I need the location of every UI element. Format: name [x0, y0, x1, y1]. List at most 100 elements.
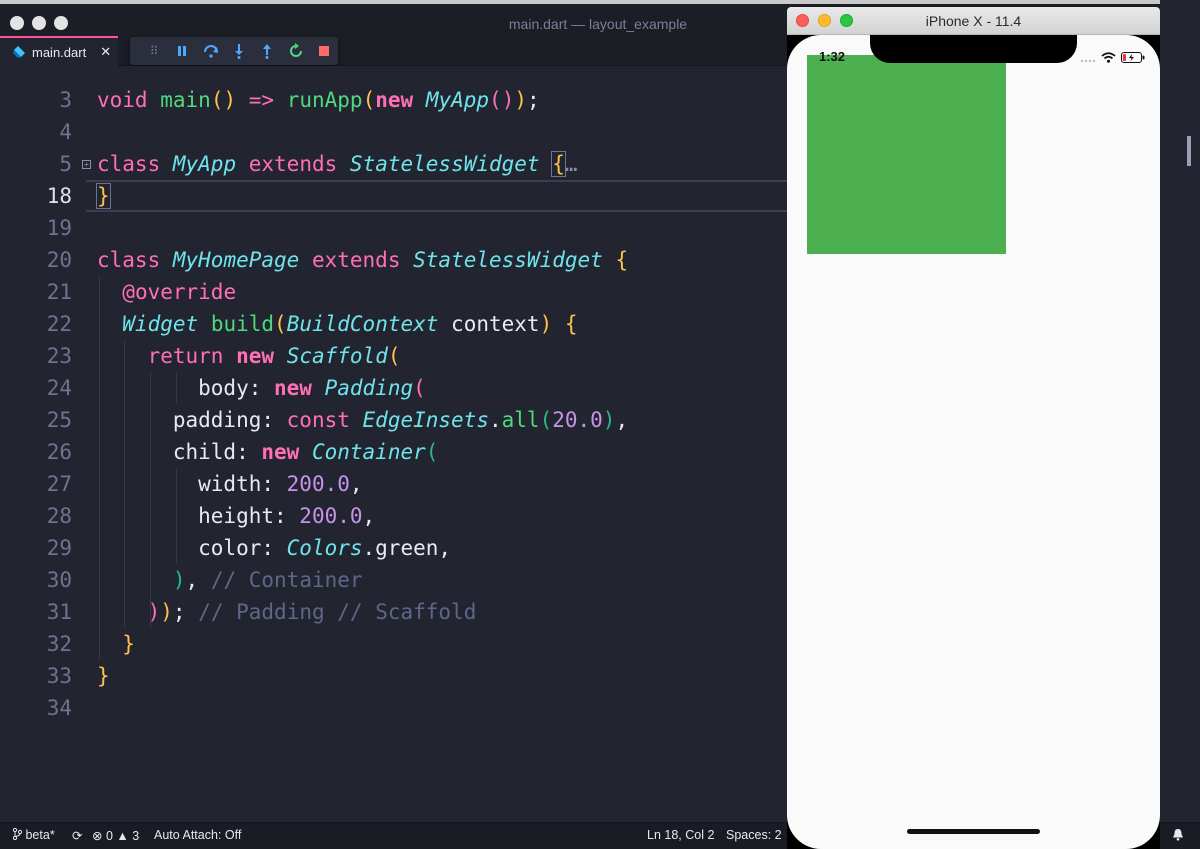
tab-close-icon[interactable]: ✕ — [100, 45, 111, 60]
indent-guide — [176, 468, 177, 564]
simulator-title: iPhone X - 11.4 — [925, 13, 1022, 29]
line-number: 18 — [46, 184, 72, 208]
code-text: ), // Container — [172, 568, 363, 592]
line-number: 20 — [46, 248, 72, 272]
editor-right-edge — [1160, 0, 1200, 849]
code-line: 33 } — [0, 660, 790, 692]
stop-icon[interactable] — [310, 37, 338, 65]
fold-expand-icon[interactable]: + — [82, 160, 91, 169]
drag-handle-icon[interactable]: ⠿ — [140, 37, 168, 65]
code-line: 32 } — [0, 628, 790, 660]
code-text: } — [122, 632, 135, 656]
battery-icon — [1121, 52, 1145, 63]
error-count: 0 — [105, 829, 113, 843]
problems-indicator[interactable]: ⊗ 0 ▲ 3 — [92, 828, 139, 843]
step-into-icon[interactable] — [225, 37, 253, 65]
code-line: 29 color: Colors.green, — [0, 532, 790, 564]
line-number: 22 — [46, 312, 72, 336]
line-number: 30 — [46, 568, 72, 592]
cursor-position[interactable]: Ln 18, Col 2 — [647, 828, 714, 842]
auto-attach-status[interactable]: Auto Attach: Off — [154, 828, 241, 842]
code-line: 25 padding: const EdgeInsets.all(20.0), — [0, 404, 790, 436]
code-line: 20 class MyHomePage extends StatelessWid… — [0, 244, 790, 276]
code-line: 31 )); // Padding // Scaffold — [0, 596, 790, 628]
code-line: 26 child: new Container( — [0, 436, 790, 468]
scrollbar-thumb[interactable] — [1187, 136, 1191, 166]
line-number: 26 — [46, 440, 72, 464]
indent-guide — [99, 276, 100, 660]
signal-icon — [1080, 59, 1096, 63]
code-line-active: 18 } — [0, 180, 790, 212]
code-text: void main() => runApp(new MyApp()); — [97, 88, 540, 112]
code-line: 28 height: 200.0, — [0, 500, 790, 532]
restart-icon[interactable] — [281, 37, 309, 65]
line-number: 25 — [46, 408, 72, 432]
line-number: 23 — [46, 344, 72, 368]
git-branch-icon — [12, 827, 23, 841]
code-line: 19 — [0, 212, 790, 244]
indentation-setting[interactable]: Spaces: 2 — [726, 828, 782, 842]
indent-guide — [150, 372, 151, 628]
code-text: return new Scaffold( — [147, 344, 401, 368]
line-number: 2 — [0, 66, 72, 74]
step-over-icon[interactable] — [197, 37, 225, 65]
code-text: Widget build(BuildContext context) { — [122, 312, 578, 336]
indent-guide — [176, 372, 177, 404]
step-out-icon[interactable] — [253, 37, 281, 65]
simulator-title-bar: iPhone X - 11.4 — [787, 7, 1160, 35]
line-number: 21 — [46, 280, 72, 304]
tab-label: main.dart — [32, 44, 87, 60]
code-text: )); // Padding // Scaffold — [147, 600, 477, 624]
code-text: width: 200.0, — [97, 472, 363, 496]
code-text: } — [96, 183, 111, 209]
code-text: class MyApp extends StatelessWidget {… — [97, 151, 578, 177]
code-line: 23 return new Scaffold( — [0, 340, 790, 372]
pause-icon[interactable] — [168, 37, 196, 65]
status-time: 1:32 — [819, 49, 846, 64]
code-text: } — [97, 664, 110, 688]
line-number: 24 — [46, 376, 72, 400]
home-indicator[interactable] — [907, 829, 1040, 834]
code-line: 3 void main() => runApp(new MyApp()); — [0, 84, 790, 116]
code-line: 4 — [0, 116, 790, 148]
code-text: body: new Padding( — [97, 376, 426, 400]
git-branch-label: beta* — [25, 828, 55, 842]
code-line: 27 width: 200.0, — [0, 468, 790, 500]
code-text: child: new Container( — [97, 440, 439, 464]
line-number: 4 — [59, 120, 72, 144]
code-line: 30 ), // Container — [0, 564, 790, 596]
code-text: padding: const EdgeInsets.all(20.0), — [97, 408, 629, 432]
line-number: 3 — [59, 88, 72, 112]
line-number: 33 — [46, 664, 72, 688]
line-number: 27 — [46, 472, 72, 496]
code-text: class MyHomePage extends StatelessWidget… — [97, 248, 629, 272]
tab-main-dart[interactable]: main.dart ✕ — [0, 36, 118, 66]
phone-notch — [870, 35, 1077, 63]
wifi-icon — [1101, 52, 1116, 63]
code-line: 24 body: new Padding( — [0, 372, 790, 404]
sync-icon[interactable]: ⟳ — [72, 828, 82, 843]
error-icon: ⊗ — [92, 829, 103, 843]
line-number: 34 — [46, 696, 72, 720]
line-number: 28 — [46, 504, 72, 528]
green-container — [807, 55, 1006, 254]
code-line: 2 — [0, 66, 790, 74]
line-number: 5 — [59, 152, 72, 176]
line-number: 32 — [46, 632, 72, 656]
debug-toolbar: ⠿ — [130, 37, 338, 65]
vscode-window: main.dart — layout_example main.dart ✕ ⠿ — [0, 0, 1200, 849]
code-line: 21 @override — [0, 276, 790, 308]
code-text: height: 200.0, — [97, 504, 376, 528]
notifications-bell-icon[interactable] — [1172, 828, 1184, 844]
warning-count: 3 — [132, 829, 140, 843]
code-text: @override — [122, 280, 237, 304]
line-number: 19 — [46, 216, 72, 240]
git-branch[interactable]: beta* — [12, 827, 55, 842]
code-editor[interactable]: 2 3 void main() => runApp(new MyApp()); … — [0, 66, 790, 822]
line-number: 31 — [46, 600, 72, 624]
code-line: 5 + class MyApp extends StatelessWidget … — [0, 148, 790, 180]
phone-screen[interactable]: 1:32 — [787, 35, 1160, 849]
current-line-highlight — [86, 180, 790, 212]
code-line: 22 Widget build(BuildContext context) { — [0, 308, 790, 340]
line-number: 29 — [46, 536, 72, 560]
